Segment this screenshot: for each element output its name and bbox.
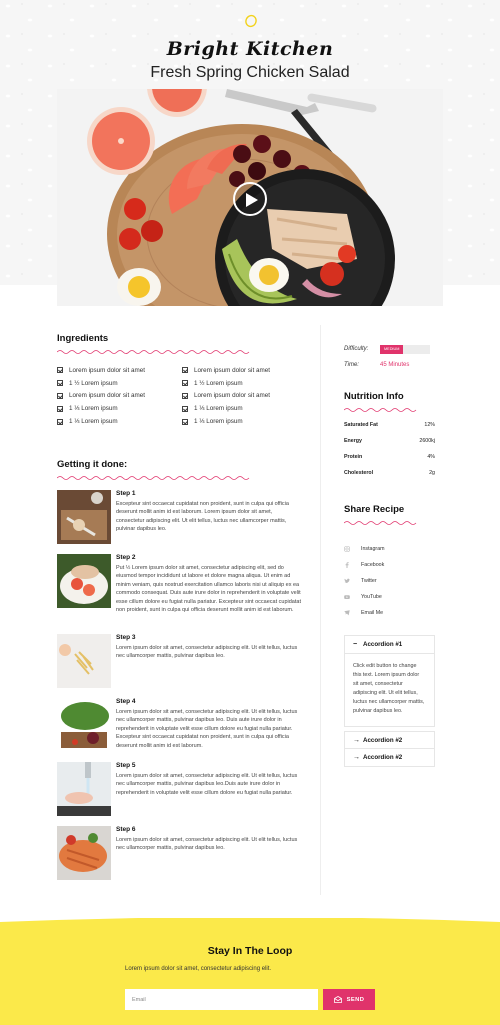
ingredients-heading: Ingredients bbox=[57, 333, 109, 344]
accordion-item-open: − Accordion #1 Click edit button to chan… bbox=[344, 635, 435, 727]
ingredient-item[interactable]: Lorem ipsum dolor sit amet bbox=[57, 364, 182, 377]
steps-heading: Getting it done: bbox=[57, 459, 128, 470]
checkbox[interactable] bbox=[182, 405, 188, 412]
step-text: Lorem ipsum dolor sit amet, consectetur … bbox=[116, 837, 298, 852]
share-wavy-underline bbox=[344, 521, 417, 525]
step-6-image bbox=[57, 826, 111, 880]
step-2-image bbox=[57, 554, 111, 608]
difficulty-fill: MEDIUM bbox=[380, 345, 403, 354]
step-4-image bbox=[57, 698, 111, 752]
step-item: Step 5 Lorem ipsum dolor sit amet, conse… bbox=[57, 762, 302, 818]
arrow-right-icon: → bbox=[353, 737, 360, 744]
accordion-header[interactable]: − Accordion #1 bbox=[345, 636, 434, 653]
step-text: Put ½ Lorem ipsum dolor sit amet, consec… bbox=[116, 565, 301, 614]
share-twitter-link[interactable]: Twitter bbox=[344, 578, 377, 584]
checkbox[interactable] bbox=[182, 392, 188, 399]
ingredient-item[interactable]: Lorem ipsum dolor sit amet bbox=[182, 390, 307, 403]
ingredient-item[interactable]: Lorem ipsum dolor sit amet bbox=[57, 390, 182, 403]
checkbox[interactable] bbox=[57, 405, 63, 412]
difficulty-label: Difficulty: bbox=[344, 346, 369, 352]
accordion-item: → Accordion #2 bbox=[344, 748, 435, 767]
step-title: Step 1 bbox=[116, 490, 136, 497]
envelope-icon bbox=[333, 996, 342, 1003]
step-text: Lorem ipsum dolor sit amet, consectetur … bbox=[116, 645, 298, 660]
minus-icon: − bbox=[353, 641, 358, 648]
play-icon bbox=[246, 193, 258, 207]
time-label: Time: bbox=[344, 362, 359, 368]
step-title: Step 2 bbox=[116, 554, 136, 561]
nutrition-row: Saturated Fat 12% bbox=[344, 422, 435, 428]
ingredients-list-left: Lorem ipsum dolor sit amet 1 ½ Lorem ips… bbox=[57, 364, 182, 428]
ingredient-item[interactable]: 1 ⅓ Lorem ipsum bbox=[182, 415, 307, 428]
nutrition-row: Energy 2600kj bbox=[344, 438, 435, 444]
twitter-icon bbox=[344, 578, 350, 584]
nutrition-wavy-underline bbox=[344, 408, 417, 412]
email-input[interactable] bbox=[125, 989, 318, 1010]
page-title: Fresh Spring Chicken Salad bbox=[150, 64, 350, 81]
share-heading: Share Recipe bbox=[344, 504, 405, 515]
share-instagram-link[interactable]: Instagram bbox=[344, 546, 385, 552]
ingredient-item[interactable]: 1 ½ Lorem ipsum bbox=[57, 377, 182, 390]
step-item: Step 6 Lorem ipsum dolor sit amet, conse… bbox=[57, 826, 302, 882]
send-button[interactable]: SEND bbox=[323, 989, 375, 1010]
instagram-icon bbox=[344, 546, 350, 552]
nutrition-heading: Nutrition Info bbox=[344, 391, 404, 402]
step-title: Step 6 bbox=[116, 826, 136, 833]
ingredient-item[interactable]: Lorem ipsum dolor sit amet bbox=[182, 364, 307, 377]
step-item: Step 3 Lorem ipsum dolor sit amet, conse… bbox=[57, 634, 302, 690]
ingredients-wavy-underline bbox=[57, 350, 250, 354]
arrow-right-icon: → bbox=[353, 754, 360, 761]
share-youtube-link[interactable]: YouTube bbox=[344, 594, 382, 600]
brand-logo[interactable]: Bright Kitchen bbox=[0, 38, 500, 60]
step-text: Lorem ipsum dolor sit amet, consectetur … bbox=[116, 709, 298, 749]
facebook-icon bbox=[345, 562, 349, 568]
share-email-link[interactable]: Email Me bbox=[344, 610, 383, 616]
checkbox[interactable] bbox=[182, 367, 188, 374]
step-text: Excepteur sint occaecat cupidatat non pr… bbox=[116, 501, 289, 533]
step-title: Step 5 bbox=[116, 762, 136, 769]
step-item: Step 4 Lorem ipsum dolor sit amet, conse… bbox=[57, 698, 302, 754]
youtube-icon bbox=[344, 595, 350, 599]
checkbox[interactable] bbox=[57, 367, 63, 374]
step-item: Step 1 Excepteur sint occaecat cupidatat… bbox=[57, 490, 302, 546]
accordion-header[interactable]: → Accordion #2 bbox=[345, 749, 434, 766]
accordion-header[interactable]: → Accordion #2 bbox=[345, 732, 434, 749]
accordion-content: Click edit button to change this text. L… bbox=[345, 653, 434, 726]
step-item: Step 2 Put ½ Lorem ipsum dolor sit amet,… bbox=[57, 554, 302, 626]
ingredient-item[interactable]: 1 ½ Lorem ipsum bbox=[182, 377, 307, 390]
time-value: 45 Minutes bbox=[380, 362, 410, 368]
step-text: Lorem ipsum dolor sit amet, consectetur … bbox=[116, 773, 298, 796]
checkbox[interactable] bbox=[57, 380, 63, 387]
checkbox[interactable] bbox=[57, 418, 63, 425]
step-title: Step 3 bbox=[116, 634, 136, 641]
step-title: Step 4 bbox=[116, 698, 136, 705]
share-facebook-link[interactable]: Facebook bbox=[344, 562, 384, 568]
newsletter-subtitle: Lorem ipsum dolor sit amet, consectetur … bbox=[125, 966, 272, 972]
lemon-logo-icon bbox=[245, 14, 257, 28]
ingredients-list-right: Lorem ipsum dolor sit amet 1 ½ Lorem ips… bbox=[182, 364, 307, 428]
nutrition-row: Cholesterol 2g bbox=[344, 470, 435, 476]
ingredient-item[interactable]: 1 ⅓ Lorem ipsum bbox=[57, 402, 182, 415]
steps-wavy-underline bbox=[57, 476, 250, 480]
column-divider bbox=[320, 325, 321, 895]
email-icon bbox=[344, 610, 350, 616]
checkbox[interactable] bbox=[57, 392, 63, 399]
play-video-button[interactable] bbox=[233, 182, 267, 216]
step-3-image bbox=[57, 634, 111, 688]
step-5-image bbox=[57, 762, 111, 816]
step-1-image bbox=[57, 490, 111, 544]
checkbox[interactable] bbox=[182, 418, 188, 425]
difficulty-bar: MEDIUM bbox=[380, 345, 430, 354]
newsletter-title: Stay In The Loop bbox=[207, 945, 293, 957]
ingredient-item[interactable]: 1 ⅓ Lorem ipsum bbox=[57, 415, 182, 428]
ingredient-item[interactable]: 1 ⅓ Lorem ipsum bbox=[182, 402, 307, 415]
nutrition-row: Protein 4% bbox=[344, 454, 435, 460]
checkbox[interactable] bbox=[182, 380, 188, 387]
